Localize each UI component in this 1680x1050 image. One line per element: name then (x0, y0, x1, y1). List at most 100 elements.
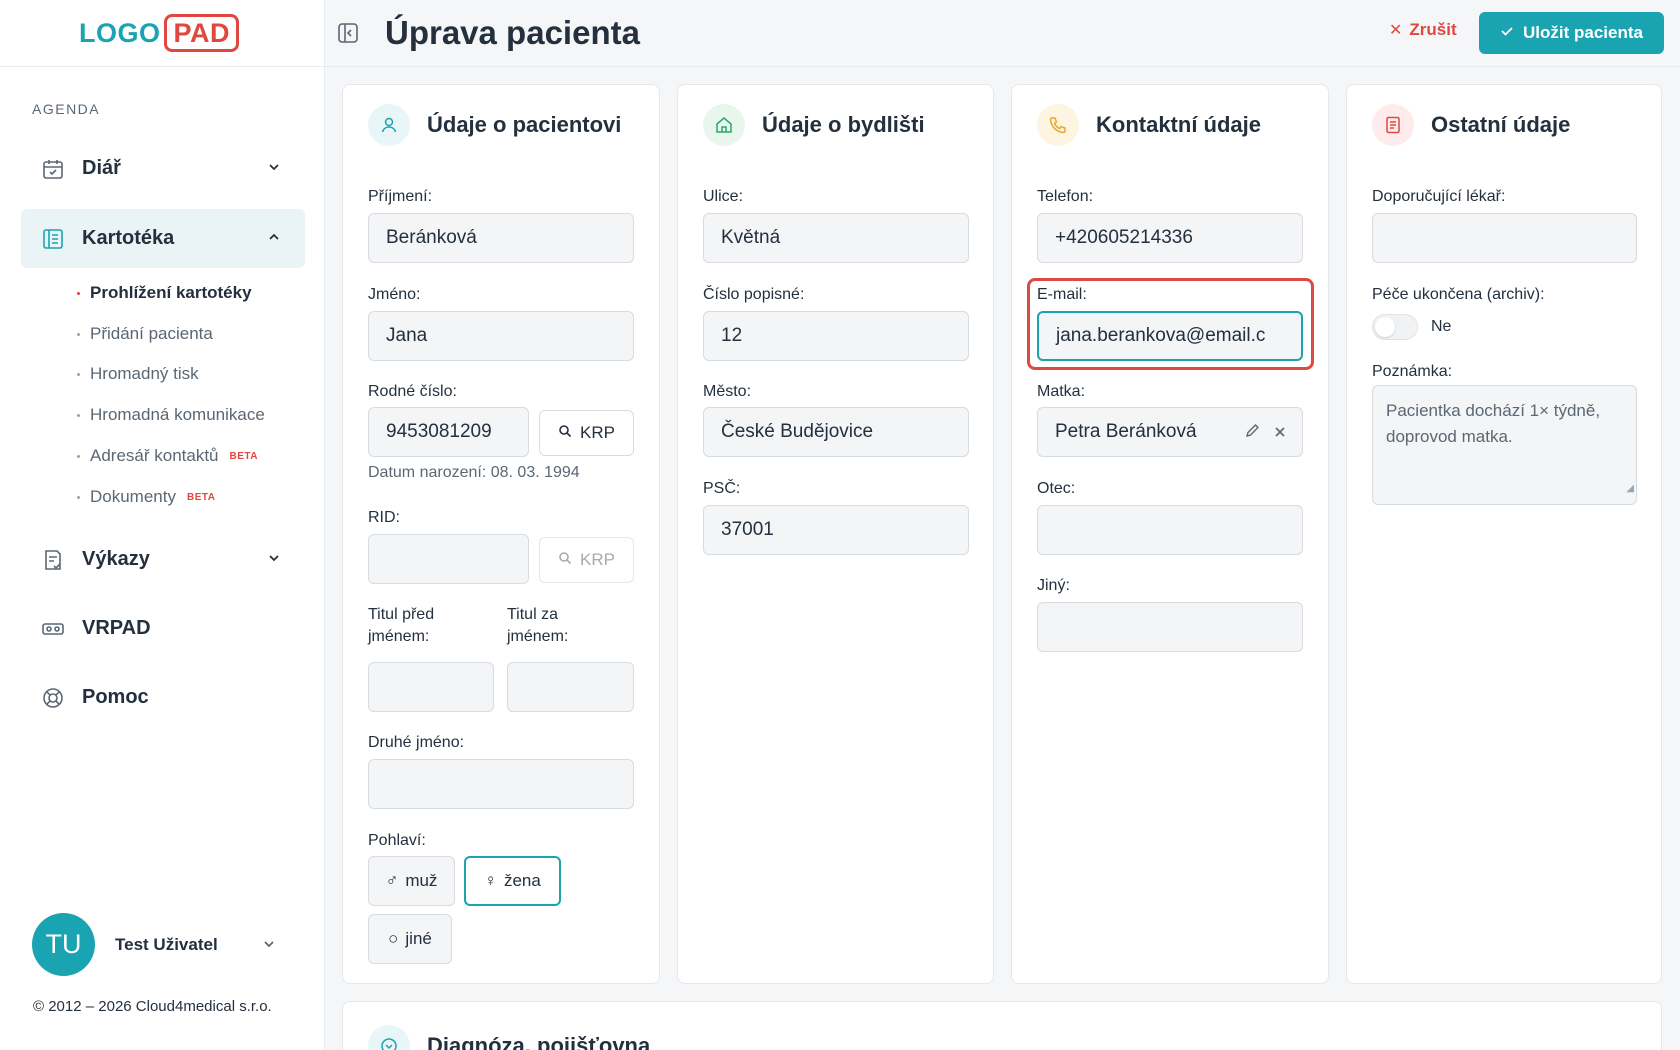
sidebar-item-label: Výkazy (82, 548, 150, 570)
sidebar-subitem-adresar[interactable]: Adresář kontaktů BETA (77, 446, 258, 466)
street-input[interactable]: Květná (703, 213, 969, 263)
sidebar-subitem-tisk[interactable]: Hromadný tisk (77, 364, 199, 384)
archive-label: Péče ukončena (archiv): (1372, 286, 1545, 303)
sidebar-item-diar[interactable]: Diář (21, 139, 305, 198)
document-icon (1372, 104, 1414, 146)
gender-female-button[interactable]: ♀ žena (464, 856, 561, 906)
sidebar-item-kartoteka[interactable]: Kartotéka (21, 209, 305, 268)
birthdate-hint: Datum narození: 08. 03. 1994 (368, 464, 580, 481)
user-menu[interactable]: TU Test Uživatel (32, 913, 274, 976)
sidebar-item-pomoc[interactable]: Pomoc (21, 668, 305, 727)
cancel-label: Zrušit (1409, 20, 1457, 39)
bullet-dot (77, 413, 80, 417)
archive-toggle[interactable] (1372, 314, 1418, 340)
sidebar-subitem-dokumenty[interactable]: Dokumenty BETA (77, 487, 215, 507)
city-label: Město: (703, 383, 752, 400)
cancel-button[interactable]: ✕ Zrušit (1389, 20, 1457, 40)
title-before-label-line1: Titul před (368, 606, 435, 623)
father-label: Otec: (1037, 480, 1076, 497)
close-icon: ✕ (1389, 22, 1403, 39)
krp-lookup-button[interactable]: KRP (539, 410, 634, 456)
female-icon: ♀ (484, 871, 497, 890)
edit-icon[interactable] (1245, 422, 1260, 444)
referring-doctor-label: Doporučující lékař: (1372, 188, 1506, 205)
note-label: Poznámka: (1372, 363, 1453, 380)
chevron-down-icon (267, 160, 281, 179)
phone-icon (1037, 104, 1079, 146)
card-header: Údaje o bydlišti (703, 104, 925, 146)
logo[interactable]: LOGO PAD (79, 13, 239, 53)
note-text: Pacientka dochází 1× týdně, doprovod mat… (1386, 401, 1601, 446)
resize-grip-icon[interactable]: ◢ (1626, 476, 1634, 502)
close-icon[interactable] (1274, 422, 1286, 444)
street-label: Ulice: (703, 188, 744, 205)
nav-section-label: AGENDA (32, 101, 101, 117)
sidebar-subitem-pridani[interactable]: Přidání pacienta (77, 324, 213, 344)
search-icon (558, 423, 572, 443)
chevron-up-icon (267, 230, 281, 249)
email-label: E-mail: (1037, 286, 1087, 303)
logo-text-right: PAD (164, 13, 239, 53)
card-title: Diagnóza, pojišťovna (427, 1033, 651, 1050)
topbar: Úprava pacienta ✕ Zrušit Uložit pacienta (325, 0, 1680, 67)
card-header: Údaje o pacientovi (368, 104, 621, 146)
save-label: Uložit pacienta (1523, 23, 1643, 42)
birthnum-label: Rodné číslo: (368, 383, 457, 400)
male-icon: ♂ (385, 871, 399, 890)
middlename-input[interactable] (368, 759, 634, 809)
title-before-input[interactable] (368, 662, 494, 712)
birthnum-input[interactable]: 9453081209 (368, 407, 529, 457)
card-header: Kontaktní údaje (1037, 104, 1261, 146)
sidebar-item-label: VRPAD (82, 617, 151, 639)
gender-male-label: muž (405, 871, 438, 890)
sidebar-item-vrpad[interactable]: VRPAD (21, 599, 305, 658)
save-patient-button[interactable]: Uložit pacienta (1479, 12, 1664, 54)
phone-input[interactable]: +420605214336 (1037, 213, 1303, 263)
card-title: Údaje o pacientovi (427, 112, 622, 137)
archive-value: Ne (1431, 318, 1452, 335)
email-input[interactable]: jana.berankova@email.c (1037, 311, 1303, 361)
bullet-dot (77, 332, 80, 336)
report-icon (41, 548, 65, 572)
card-title: Údaje o bydlišti (762, 112, 925, 137)
sidebar-item-label: Diář (82, 157, 121, 179)
vr-headset-icon (41, 617, 65, 641)
firstname-input[interactable]: Jana (368, 311, 634, 361)
sidebar-subitem-label: Hromadná komunikace (90, 405, 265, 424)
card-title: Kontaktní údaje (1096, 112, 1262, 137)
check-icon (1500, 23, 1514, 43)
krp-rid-lookup-button[interactable]: KRP (539, 537, 634, 583)
sidebar-subitem-prohlizeni[interactable]: Prohlížení kartotéky (77, 283, 252, 303)
bullet-dot (77, 291, 80, 295)
gender-male-button[interactable]: ♂ muž (368, 856, 455, 906)
rid-input[interactable] (368, 534, 529, 584)
gender-label: Pohlaví: (368, 832, 426, 849)
sidebar-subitem-komunikace[interactable]: Hromadná komunikace (77, 405, 265, 425)
note-textarea[interactable]: Pacientka dochází 1× týdně, doprovod mat… (1372, 385, 1637, 505)
residence-card: Údaje o bydlišti Ulice: Květná Číslo pop… (677, 84, 994, 984)
avatar: TU (32, 913, 95, 976)
city-input[interactable]: České Budějovice (703, 407, 969, 457)
title-before-label: Titul před jménem: (368, 604, 434, 648)
firstname-label: Jméno: (368, 286, 421, 303)
stethoscope-icon (368, 1025, 410, 1050)
mother-value: Petra Beránková (1055, 421, 1197, 442)
title-after-input[interactable] (507, 662, 634, 712)
gender-other-button[interactable]: ○ jiné (368, 914, 452, 964)
beta-badge: BETA (186, 491, 216, 503)
house-number-label: Číslo popisné: (703, 286, 805, 303)
beta-badge: BETA (229, 450, 258, 462)
other-contact-input[interactable] (1037, 602, 1303, 652)
referring-doctor-input[interactable] (1372, 213, 1637, 263)
father-input[interactable] (1037, 505, 1303, 555)
zip-label: PSČ: (703, 480, 741, 497)
card-title: Ostatní údaje (1431, 112, 1571, 137)
mother-input[interactable]: Petra Beránková (1037, 407, 1303, 457)
surname-input[interactable]: Beránková (368, 213, 634, 263)
house-number-input[interactable]: 12 (703, 311, 969, 361)
diagnosis-card: Diagnóza, pojišťovna (342, 1001, 1662, 1050)
sidebar-subitem-label: Dokumenty (90, 487, 176, 506)
sidebar-collapse-icon[interactable] (337, 22, 359, 49)
sidebar-item-vykazy[interactable]: Výkazy (21, 530, 305, 589)
zip-input[interactable]: 37001 (703, 505, 969, 555)
